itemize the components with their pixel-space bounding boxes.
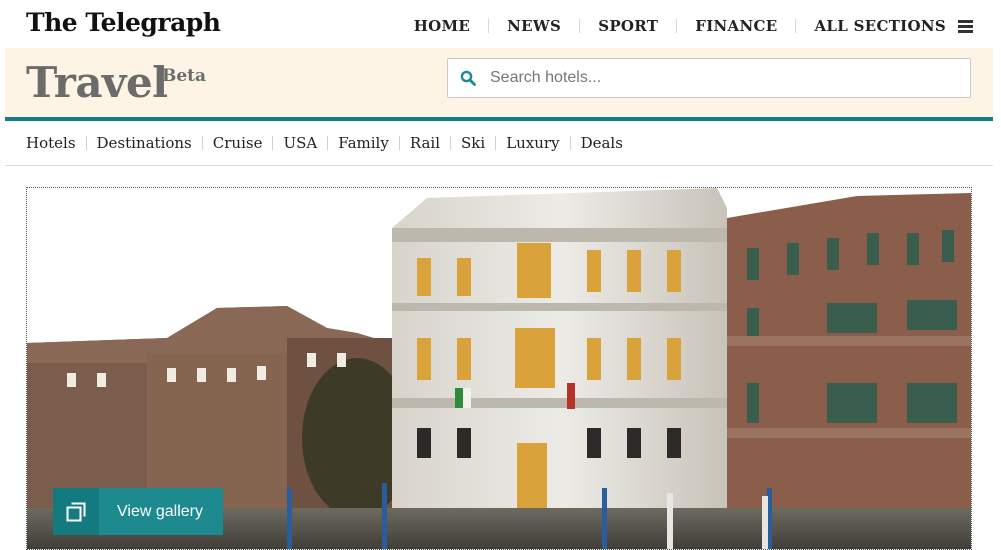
hamburger-menu-icon xyxy=(958,18,973,35)
travel-header: Travel Beta xyxy=(5,48,993,117)
nav-all-sections[interactable]: ALL SECTIONS xyxy=(796,17,973,35)
hero-image[interactable]: View gallery xyxy=(26,187,972,550)
subnav-family[interactable]: Family xyxy=(338,134,389,152)
subnav-hotels[interactable]: Hotels xyxy=(26,134,76,152)
view-gallery-label: View gallery xyxy=(117,502,203,520)
subnav-divider xyxy=(327,136,329,150)
subnav-divider xyxy=(450,136,452,150)
search-box[interactable] xyxy=(447,58,971,98)
search-input[interactable] xyxy=(488,68,932,88)
subnav-divider xyxy=(569,136,571,150)
subnav-divider xyxy=(201,136,203,150)
nav-news[interactable]: NEWS xyxy=(489,17,579,35)
subnav-divider xyxy=(85,136,87,150)
subnav-divider xyxy=(398,136,400,150)
subnav-rail[interactable]: Rail xyxy=(410,134,440,152)
subnav-deals[interactable]: Deals xyxy=(581,134,623,152)
subnav-ski[interactable]: Ski xyxy=(461,134,485,152)
subnav-luxury[interactable]: Luxury xyxy=(506,134,559,152)
nav-all-sections-label: ALL SECTIONS xyxy=(814,17,946,35)
travel-sub-nav: Hotels Destinations Cruise USA Family Ra… xyxy=(5,121,993,166)
subnav-usa[interactable]: USA xyxy=(283,134,317,152)
subnav-cruise[interactable]: Cruise xyxy=(213,134,263,152)
nav-sport[interactable]: SPORT xyxy=(580,17,676,35)
top-bar: The Telegraph HOME NEWS SPORT FINANCE AL… xyxy=(0,0,1001,48)
subnav-divider xyxy=(272,136,274,150)
subnav-destinations[interactable]: Destinations xyxy=(97,134,192,152)
nav-home[interactable]: HOME xyxy=(396,17,488,35)
view-gallery-button[interactable]: View gallery xyxy=(53,488,223,535)
nav-finance[interactable]: FINANCE xyxy=(677,17,795,35)
section-title[interactable]: Travel xyxy=(26,58,168,107)
subnav-divider xyxy=(495,136,497,150)
gallery-icon xyxy=(53,488,99,535)
telegraph-logo[interactable]: The Telegraph xyxy=(26,8,221,37)
beta-badge: Beta xyxy=(162,66,207,86)
search-icon xyxy=(460,70,476,86)
main-nav: HOME NEWS SPORT FINANCE ALL SECTIONS xyxy=(396,0,973,48)
